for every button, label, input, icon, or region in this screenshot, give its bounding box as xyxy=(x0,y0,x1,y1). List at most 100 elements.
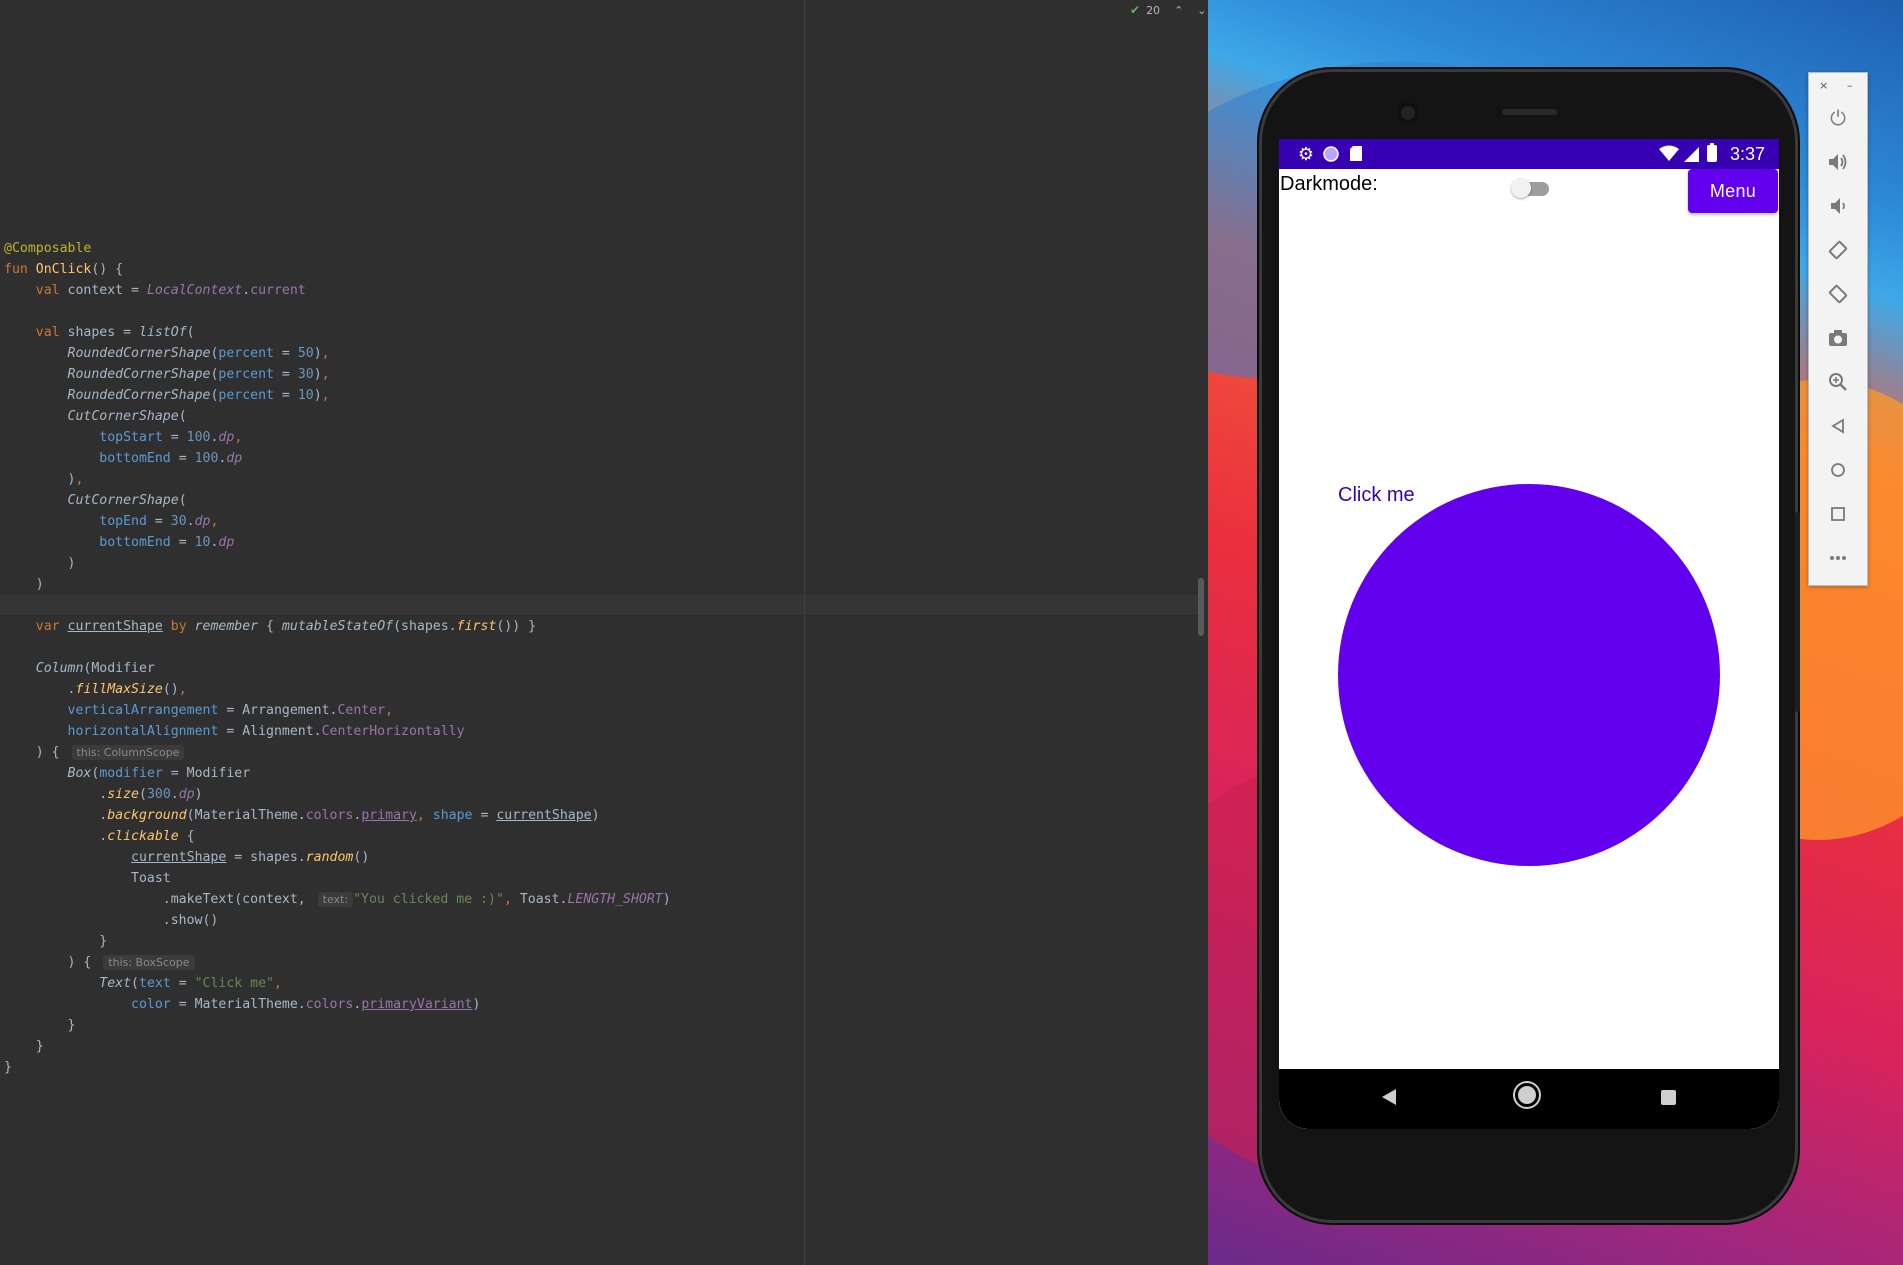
code-token: , xyxy=(210,514,219,529)
shape-circle[interactable] xyxy=(1338,484,1720,866)
code-line[interactable]: Toast xyxy=(4,868,671,889)
code-token: , xyxy=(321,367,330,382)
code-line[interactable] xyxy=(4,301,671,322)
code-line[interactable]: topStart = 100.dp, xyxy=(4,427,671,448)
code-token: val xyxy=(35,325,68,340)
code-line[interactable]: CutCornerShape( xyxy=(4,490,671,511)
code-token: "You clicked me :)" xyxy=(353,892,504,907)
code-line[interactable]: .fillMaxSize(), xyxy=(4,679,671,700)
code-token: 300 xyxy=(146,787,171,802)
code-line[interactable] xyxy=(4,637,671,658)
code-line[interactable]: verticalArrangement = Arrangement.Center… xyxy=(4,700,671,721)
code-token: = xyxy=(472,808,497,823)
code-line[interactable]: .makeText(context, text: "You clicked me … xyxy=(4,889,671,910)
menu-button[interactable]: Menu xyxy=(1688,169,1778,213)
volume-up-icon[interactable] xyxy=(1823,147,1853,177)
code-line[interactable]: } xyxy=(4,1057,671,1078)
app-content: Darkmode: Menu Click me xyxy=(1279,169,1779,1129)
code-line[interactable]: Column(Modifier xyxy=(4,658,671,679)
code-token: first xyxy=(456,619,497,634)
code-line[interactable]: ) { this: ColumnScope xyxy=(4,742,671,763)
code-line[interactable]: val shapes = listOf( xyxy=(4,322,671,343)
code-line[interactable] xyxy=(4,595,671,616)
code-line[interactable]: bottomEnd = 10.dp xyxy=(4,532,671,553)
code-line[interactable]: var currentShape by remember { mutableSt… xyxy=(4,616,671,637)
code-token: currentShape xyxy=(67,619,163,634)
minimize-icon[interactable]: – xyxy=(1847,79,1853,92)
code-editor[interactable]: ✔ 20 ⌃ ⌄ @Composable fun OnClick() { val … xyxy=(0,0,1208,1265)
code-token: . xyxy=(242,283,251,298)
code-token: val xyxy=(35,283,68,298)
code-token: ( xyxy=(186,325,195,340)
code-line[interactable]: } xyxy=(4,931,671,952)
code-line[interactable]: RoundedCornerShape(percent = 10), xyxy=(4,385,671,406)
wifi-icon xyxy=(1659,145,1679,167)
overview-icon[interactable] xyxy=(1823,499,1853,529)
code-token: = xyxy=(170,976,195,991)
power-icon[interactable]: ⏻ xyxy=(1823,103,1853,133)
darkmode-switch[interactable] xyxy=(1511,177,1551,198)
code-token: = Alignment. xyxy=(218,724,322,739)
code-token: ) xyxy=(591,808,600,823)
code-line[interactable]: RoundedCornerShape(percent = 30), xyxy=(4,364,671,385)
editor-scrollbar[interactable] xyxy=(1198,578,1204,636)
previous-highlight-icon[interactable]: ⌃ xyxy=(1174,4,1183,17)
code-token: .makeText(context, xyxy=(4,892,314,907)
clickable-shape-box[interactable]: Click me xyxy=(1338,484,1720,866)
code-line[interactable]: .show() xyxy=(4,910,671,931)
code-line[interactable]: ) { this: BoxScope xyxy=(4,952,671,973)
code-line[interactable]: currentShape = shapes.random() xyxy=(4,847,671,868)
code-line[interactable]: val context = LocalContext.current xyxy=(4,280,671,301)
code-line[interactable]: bottomEnd = 100.dp xyxy=(4,448,671,469)
volume-down-icon[interactable] xyxy=(1823,191,1853,221)
inspection-count: 20 xyxy=(1146,3,1161,17)
home-icon[interactable] xyxy=(1823,455,1853,485)
code-line[interactable]: @Composable xyxy=(4,238,671,259)
rotate-left-icon[interactable] xyxy=(1823,235,1853,265)
phone-screen[interactable]: ⚙ 3:37 Darkmode: Menu Click me xyxy=(1279,139,1779,1129)
code-token: ) xyxy=(472,997,481,1012)
emulator-toolbar: × – ⏻ xyxy=(1808,72,1868,586)
code-line[interactable]: ) xyxy=(4,553,671,574)
code-line[interactable]: horizontalAlignment = Alignment.CenterHo… xyxy=(4,721,671,742)
inspection-widget[interactable]: ✔ 20 ⌃ ⌄ xyxy=(1130,2,1207,18)
code-token: Center xyxy=(337,703,386,718)
code-line[interactable]: RoundedCornerShape(percent = 50), xyxy=(4,343,671,364)
code-line[interactable]: Box(modifier = Modifier xyxy=(4,763,671,784)
code-token: 30 xyxy=(297,367,314,382)
code-token: ( xyxy=(131,976,139,991)
code-line[interactable]: } xyxy=(4,1036,671,1057)
back-icon[interactable] xyxy=(1823,411,1853,441)
code-line[interactable]: ) xyxy=(4,574,671,595)
code-token: modifier xyxy=(99,766,163,781)
code-token: horizontalAlignment xyxy=(67,724,219,739)
close-icon[interactable]: × xyxy=(1819,79,1828,92)
code-line[interactable]: .clickable { xyxy=(4,826,671,847)
code-line[interactable]: .background(MaterialTheme.colors.primary… xyxy=(4,805,671,826)
code-token: listOf xyxy=(139,325,187,340)
code-token: dp xyxy=(218,430,235,445)
next-highlight-icon[interactable]: ⌄ xyxy=(1197,4,1206,17)
code-line[interactable]: color = MaterialTheme.colors.primaryVari… xyxy=(4,994,671,1015)
source-code[interactable]: @Composable fun OnClick() { val context =… xyxy=(4,238,671,1078)
rotate-right-icon[interactable] xyxy=(1823,279,1853,309)
more-icon[interactable] xyxy=(1823,543,1853,573)
code-line[interactable]: fun OnClick() { xyxy=(4,259,671,280)
recents-icon[interactable] xyxy=(1661,1090,1676,1105)
code-line[interactable]: topEnd = 30.dp, xyxy=(4,511,671,532)
home-icon[interactable] xyxy=(1518,1086,1536,1104)
code-token: remember xyxy=(194,619,259,634)
code-token: RoundedCornerShape xyxy=(67,367,211,382)
zoom-icon[interactable] xyxy=(1823,367,1853,397)
code-token: , xyxy=(178,682,187,697)
code-line[interactable]: } xyxy=(4,1015,671,1036)
code-line[interactable]: .size(300.dp) xyxy=(4,784,671,805)
camera-icon[interactable] xyxy=(1823,323,1853,353)
code-line[interactable]: CutCornerShape( xyxy=(4,406,671,427)
code-line[interactable]: ), xyxy=(4,469,671,490)
back-icon[interactable] xyxy=(1382,1089,1396,1105)
code-line[interactable]: Text(text = "Click me", xyxy=(4,973,671,994)
code-token: } xyxy=(4,934,108,949)
